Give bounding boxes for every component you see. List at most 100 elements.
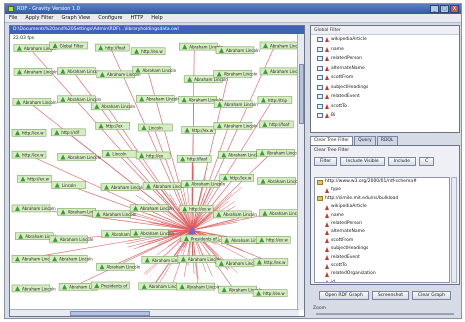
graph-node[interactable]: http://ex.w [219,173,255,182]
graph-node[interactable]: Abraham Lincoln [213,121,258,130]
graph-node[interactable]: http://ex.w [252,289,288,297]
graph-node[interactable]: http://ex [95,122,130,130]
checkbox[interactable] [317,84,323,90]
graph-node[interactable]: Abraham Lincoln [57,67,102,75]
checkbox[interactable] [317,37,323,43]
title-bar[interactable]: RDF - Gravity Version 1.0 _ □ X [5,4,461,14]
graph-node[interactable]: Abraham Lincoln [49,235,94,244]
graph-node[interactable]: Abraham Lincoln [132,66,177,74]
graph-node[interactable]: Abraham Lincoln [91,102,136,111]
graph-node[interactable]: Abraham Lincoln [130,229,174,237]
graph-node[interactable]: Abraham Lincoln [13,68,58,76]
graph-node[interactable]: http://ex.w [11,129,47,137]
property-tree-item[interactable]: relatedOrganization [315,270,449,278]
graph-node[interactable]: Abraham Lincoln [181,180,226,188]
graph-node[interactable]: Abraham Lincoln [57,95,102,104]
checkbox[interactable] [317,113,323,119]
open-rdf-graph-button[interactable]: Open RDF Graph [318,291,369,300]
graph-node[interactable]: Abraham Lincoln [213,100,258,108]
graph-node[interactable]: Abraham Lincoln [96,263,141,271]
property-tree-item[interactable]: name [315,212,449,220]
global-filter-item[interactable]: Bi [311,111,459,121]
graph-node[interactable]: Abraham Lincoln [256,149,298,157]
menu-apply-filter[interactable]: Apply Filter [21,14,57,22]
graph-node[interactable]: Abraham Lincoln [11,204,56,213]
graph-node[interactable]: Abraham Lincoln [48,254,93,263]
property-tree-item[interactable]: wikipediaArticle [315,203,449,211]
graph-node[interactable]: http://ex.w [253,258,289,266]
property-tree-item[interactable]: subjectHeadings [315,245,449,253]
graph-horizontal-scroll-thumb[interactable] [70,311,150,316]
graph-node[interactable]: Abraham Lincoln [213,70,258,78]
property-tree-item[interactable]: type [315,186,449,194]
graph-node[interactable]: Abraham Lincoln [215,46,260,55]
menu-help[interactable]: Help [147,14,166,22]
screenshot-button[interactable]: Screenshot [371,291,410,300]
tab-clear-tree-filter[interactable]: Clear Tree Filter [310,136,354,145]
graph-node[interactable]: Abraham Lincoln [213,210,257,219]
graph-node[interactable]: Abraham Lincoln [57,153,102,161]
graph-node[interactable]: Lincoln [51,181,87,189]
global-filter-item[interactable]: scottFrom [311,73,459,83]
checkbox[interactable] [317,75,323,81]
property-tree-item[interactable]: alternateName [315,228,449,236]
global-filter-item[interactable]: wikipediaArticle [311,35,459,45]
property-tree-item[interactable]: scottTo [315,262,449,270]
checkbox[interactable] [317,103,323,109]
graph-node[interactable]: Abraham Lincoln [100,183,145,191]
graph-node[interactable]: Abraham Lincoln [129,204,174,212]
graph-vertical-scrollbar[interactable] [297,34,304,310]
graph-node[interactable]: Abraham Lincoln [218,151,262,159]
graph-node[interactable]: http://foaf [259,120,294,129]
checkbox[interactable] [317,56,323,62]
graph-node[interactable]: Abraham Lincoln [142,182,187,190]
graph-node[interactable]: http://ex.w [11,150,47,159]
property-tree-item[interactable]: scottFrom [315,237,449,245]
menu-configure[interactable]: Configure [94,14,126,22]
zoom-slider[interactable] [316,313,454,315]
graph-node[interactable]: http://ex [135,151,171,160]
graph-node[interactable]: http://ex.w [178,205,214,213]
graph-horizontal-scrollbar[interactable] [10,309,299,316]
graph-node[interactable]: Lincoln [102,149,137,158]
graph-node[interactable]: Lincoln [138,123,173,132]
clear-graph-button[interactable]: Clear Graph [412,291,452,300]
graph-node[interactable]: Abraham Lincoln [259,41,298,50]
graph-node[interactable]: http://ex.w [181,126,216,134]
graph-node[interactable]: Presidents of [91,281,130,290]
graph-node[interactable]: http://trip [257,96,293,104]
graph-node[interactable]: http://ex.w [255,236,291,244]
graph-node[interactable]: Abraham Lincoln [12,98,57,106]
graph-node[interactable]: Abraham Lincoln [259,209,298,217]
graph-node[interactable]: Abraham Lincoln [138,282,183,291]
tab-query[interactable]: Query [354,136,376,145]
include-visible-button[interactable]: Include Visible [340,157,385,166]
global-filter-item[interactable]: relatedPerson [311,54,459,64]
tab-rdql[interactable]: RDQL [376,136,398,145]
checkbox[interactable] [317,46,323,52]
maximize-button[interactable]: □ [440,5,449,13]
graph-node[interactable]: http://foaf [94,43,130,52]
menu-http[interactable]: HTTP [127,14,148,22]
property-tree-item[interactable]: relatedPerson [315,220,449,228]
graph-node[interactable]: Abraham Lincoln [259,67,298,76]
graph-node[interactable]: http://rdf [51,128,86,137]
include-button[interactable]: Include [387,157,417,166]
graph-node[interactable]: Abraham Lincoln [11,284,56,293]
graph-node[interactable]: Abraham Lincoln [135,95,180,103]
property-tree-item[interactable]: http://www.w3.org/2000/01/rdf-schema# [315,178,449,186]
menu-graph-view[interactable]: Graph View [57,14,94,22]
global-filter-item[interactable]: scottTo [311,102,459,112]
clear-button[interactable]: C [419,157,435,166]
property-tree-item[interactable]: http://simile.mit.edu/ns/bulkload [315,195,449,203]
property-tree-item[interactable]: relatedEvent [315,254,449,262]
property-tree-scrollbar[interactable] [451,177,457,283]
graph-node[interactable]: http://ex.w [17,175,52,183]
rdf-graph-canvas[interactable]: Abraham Lincoln Global Filter http://foaf h… [10,34,298,310]
global-filter-item[interactable]: relatedEvent [311,92,459,102]
graph-node[interactable]: http://ex.w [130,47,166,56]
graph-node[interactable]: Presidents of... [180,234,220,243]
global-filter-item[interactable]: name [311,45,459,55]
graph-node[interactable]: Abraham Lincoln [176,282,221,291]
filter-button[interactable]: Filter [314,157,338,166]
